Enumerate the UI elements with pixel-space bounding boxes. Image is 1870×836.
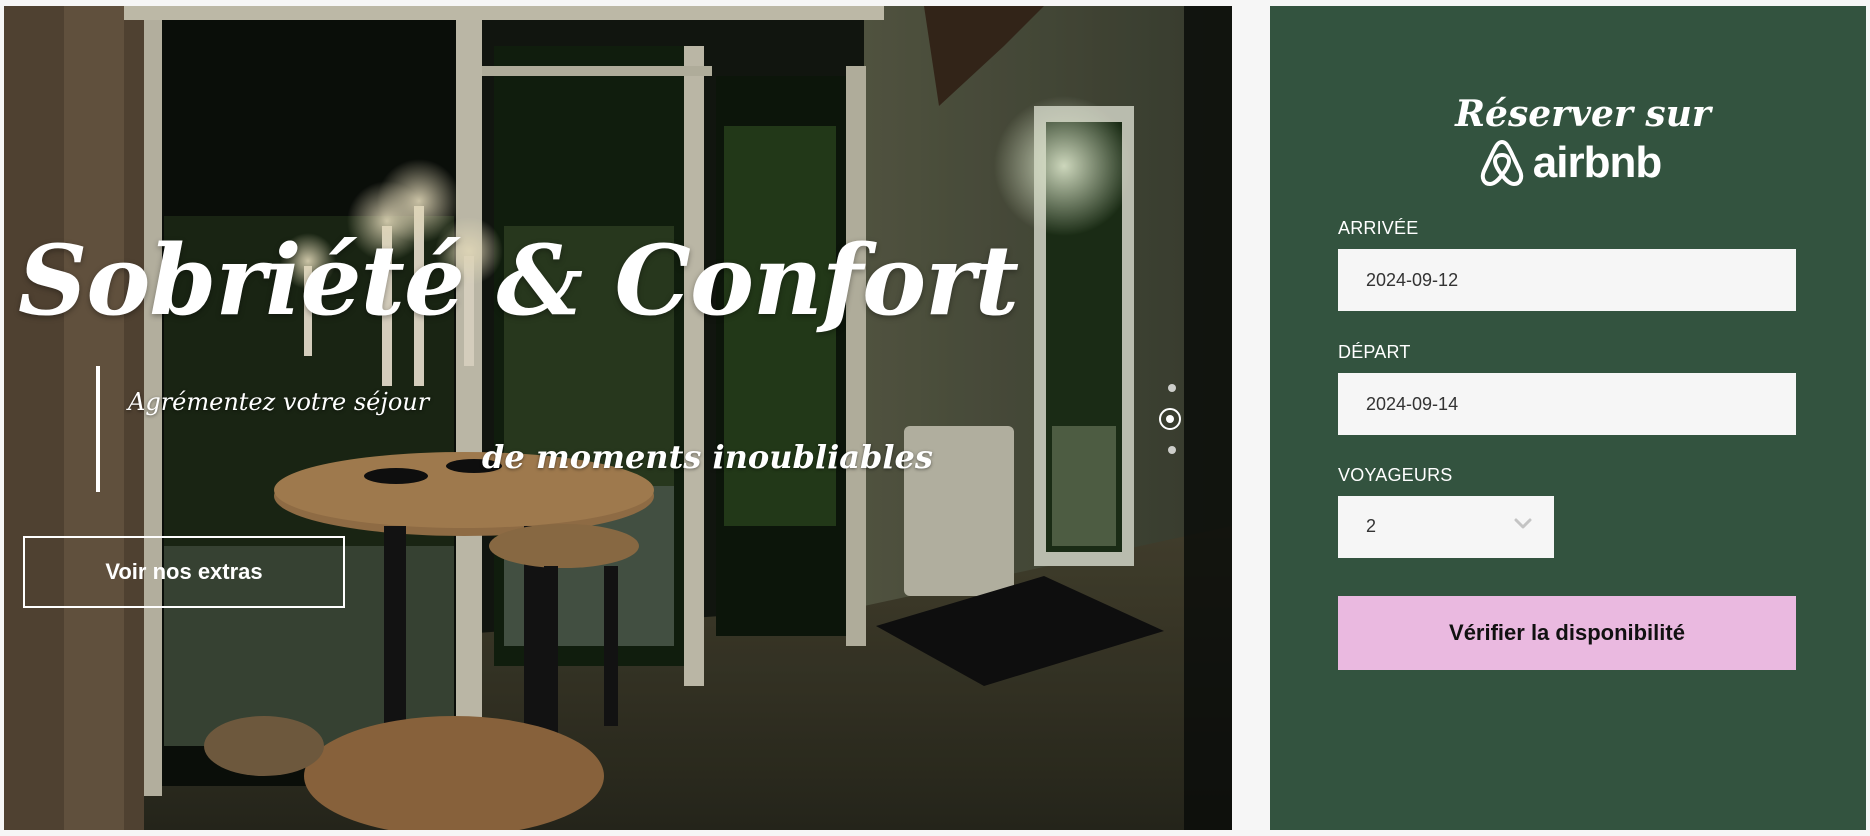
airbnb-wordmark: airbnb <box>1532 138 1662 187</box>
guests-select[interactable]: 2 <box>1338 496 1554 558</box>
slider-dot-1[interactable] <box>1168 384 1176 392</box>
hero-slider: Sobriété & Confort Agrémentez votre séjo… <box>4 6 1232 830</box>
slider-pagination <box>1158 384 1186 464</box>
page: Sobriété & Confort Agrémentez votre séjo… <box>0 0 1870 836</box>
hero-subtitle-line1: Agrémentez votre séjour <box>128 388 430 416</box>
arrival-label: ARRIVÉE <box>1338 218 1419 238</box>
booking-header: Réserver sur airbnb <box>1270 92 1866 193</box>
booking-heading: Réserver sur <box>1455 93 1711 135</box>
hero-background-photo <box>4 6 1232 830</box>
departure-label: DÉPART <box>1338 342 1411 362</box>
chevron-down-icon <box>1514 518 1532 529</box>
arrival-date-input[interactable] <box>1338 249 1796 311</box>
hero-accent-bar <box>96 366 100 492</box>
booking-panel: Réserver sur airbnb ARRIVÉE DÉPART VOYAG… <box>1270 6 1866 830</box>
airbnb-logo: airbnb <box>1479 138 1662 188</box>
check-availability-button[interactable]: Vérifier la disponibilité <box>1338 596 1796 670</box>
slider-dot-3[interactable] <box>1168 446 1176 454</box>
view-extras-button[interactable]: Voir nos extras <box>23 536 345 608</box>
airbnb-belo-icon <box>1480 140 1523 186</box>
guests-select-value: 2 <box>1366 516 1377 536</box>
slider-dot-2-active[interactable] <box>1159 408 1181 430</box>
departure-date-input[interactable] <box>1338 373 1796 435</box>
guests-label: VOYAGEURS <box>1338 465 1453 485</box>
hero-title: Sobriété & Confort <box>18 224 1019 337</box>
hero-subtitle-line2: de moments inoubliables <box>482 438 933 476</box>
